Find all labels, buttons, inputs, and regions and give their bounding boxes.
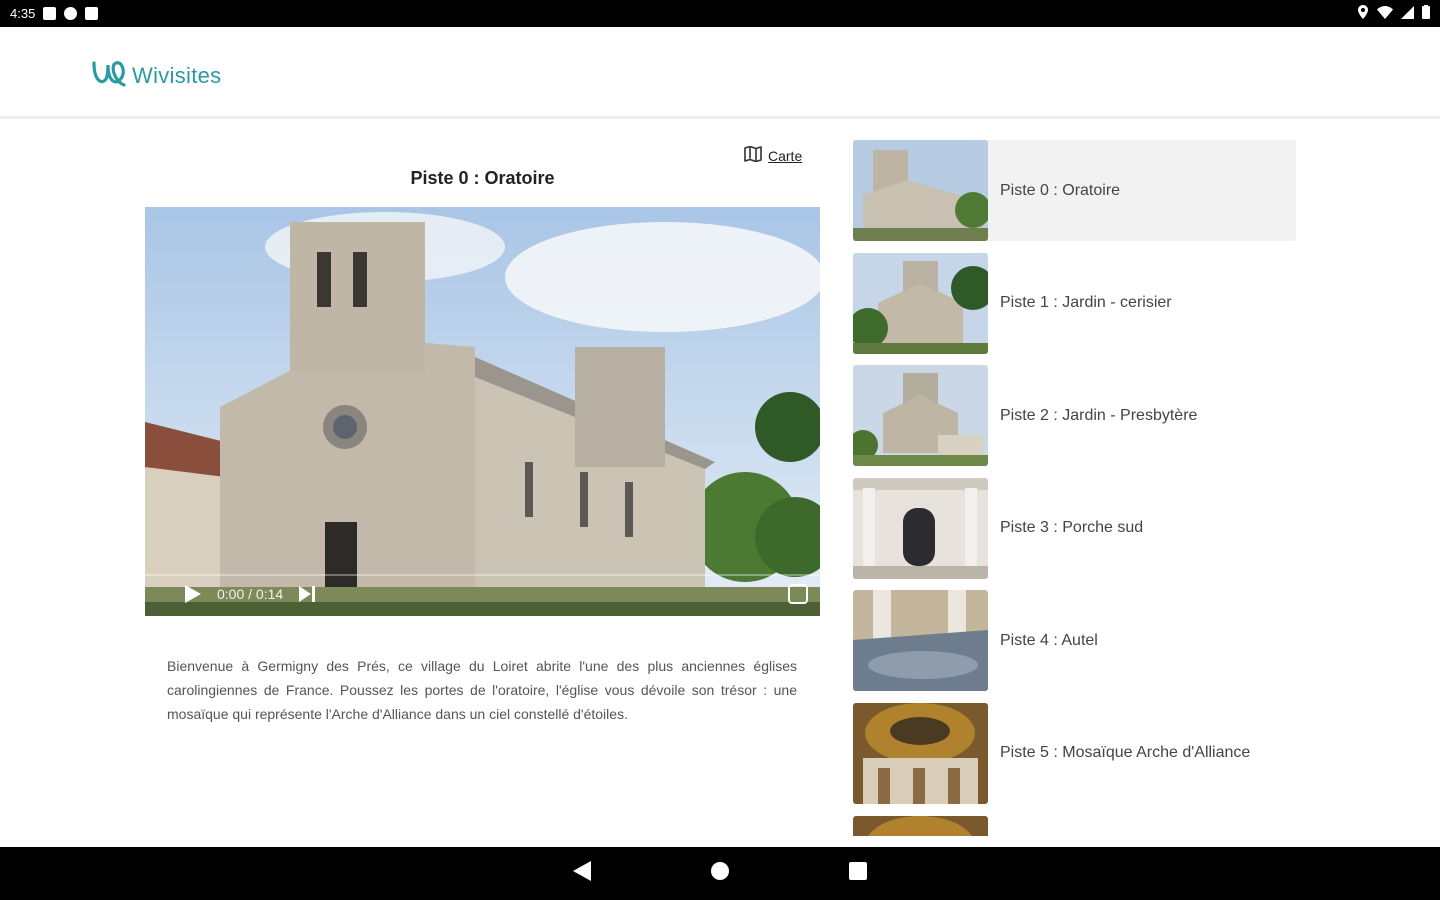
- sd-card-icon: [85, 7, 99, 20]
- track-label: Piste 4 : Autel: [1000, 631, 1098, 649]
- player-controls: 0:00 / 0:14: [145, 572, 820, 616]
- map-icon: [744, 145, 762, 165]
- status-bar: 4:35: [0, 0, 1440, 27]
- track-row: Piste 3 : Porche sud: [853, 477, 1296, 579]
- track-row: Piste 4 : Autel: [853, 590, 1296, 692]
- track-item-0[interactable]: Piste 0 : Oratoire: [853, 140, 1296, 253]
- track-row: Piste 1 : Jardin - cerisier: [853, 252, 1296, 354]
- next-track-button[interactable]: [299, 586, 317, 602]
- track-row: Piste 5 : Mosaïque Arche d'Alliance: [853, 702, 1296, 804]
- recents-icon[interactable]: [849, 862, 867, 885]
- playback-time: 0:00 / 0:14: [217, 586, 284, 602]
- track-thumbnail: [853, 477, 988, 579]
- track-item-5[interactable]: Piste 5 : Mosaïque Arche d'Alliance: [853, 702, 1296, 816]
- track-item-3[interactable]: Piste 3 : Porche sud: [853, 477, 1296, 591]
- clock: 4:35: [10, 6, 36, 21]
- app-name: Wivisites: [132, 62, 222, 88]
- track-item-2[interactable]: Piste 2 : Jardin - Presbytère: [853, 365, 1296, 478]
- app-header: Wivisites: [0, 27, 1440, 119]
- track-label: Piste 0 : Oratoire: [1000, 181, 1121, 199]
- track-thumbnail: [853, 702, 988, 804]
- church-photo: [145, 207, 820, 616]
- wifi-icon: [1377, 5, 1393, 22]
- track-item-4[interactable]: Piste 4 : Autel: [853, 590, 1296, 703]
- track-item-6[interactable]: [853, 815, 1296, 836]
- map-link-label: Carte: [768, 147, 803, 164]
- track-row: [853, 815, 1296, 836]
- cell-signal-icon: [1401, 5, 1414, 22]
- video-player[interactable]: 0:00 / 0:14: [145, 207, 820, 616]
- notification-icon: [43, 7, 57, 20]
- wivisites-logo-icon: [90, 55, 128, 96]
- track-label: Piste 5 : Mosaïque Arche d'Alliance: [1000, 744, 1251, 762]
- app-notification-icon: [64, 7, 78, 20]
- track-label: Piste 1 : Jardin - cerisier: [1000, 294, 1172, 312]
- track-description: Bienvenue à Germigny des Prés, ce villag…: [167, 658, 797, 722]
- fullscreen-button[interactable]: [788, 584, 808, 604]
- track-thumbnail: [853, 252, 988, 354]
- play-button[interactable]: [185, 585, 201, 603]
- navigation-bar: [0, 847, 1440, 900]
- track-label: Piste 2 : Jardin - Presbytère: [1000, 406, 1198, 424]
- track-thumbnail: [853, 815, 988, 836]
- back-icon[interactable]: [573, 861, 591, 886]
- track-thumbnail: [853, 365, 988, 467]
- track-row: Piste 2 : Jardin - Presbytère: [853, 365, 1296, 467]
- location-icon: [1357, 5, 1369, 22]
- app-logo[interactable]: Wivisites: [90, 55, 221, 96]
- map-link[interactable]: Carte: [744, 145, 803, 165]
- track-thumbnail: [853, 140, 988, 241]
- battery-icon: [1422, 5, 1430, 22]
- track-thumbnail: [853, 590, 988, 692]
- track-row: Piste 0 : Oratoire: [853, 140, 1296, 241]
- track-item-1[interactable]: Piste 1 : Jardin - cerisier: [853, 252, 1296, 366]
- home-icon[interactable]: [711, 862, 729, 885]
- track-title: Piste 0 : Oratoire: [410, 168, 555, 188]
- track-label: Piste 3 : Porche sud: [1000, 519, 1144, 537]
- track-list: Piste 0 : Oratoire Piste 1 : Jardin - ce…: [853, 140, 1296, 836]
